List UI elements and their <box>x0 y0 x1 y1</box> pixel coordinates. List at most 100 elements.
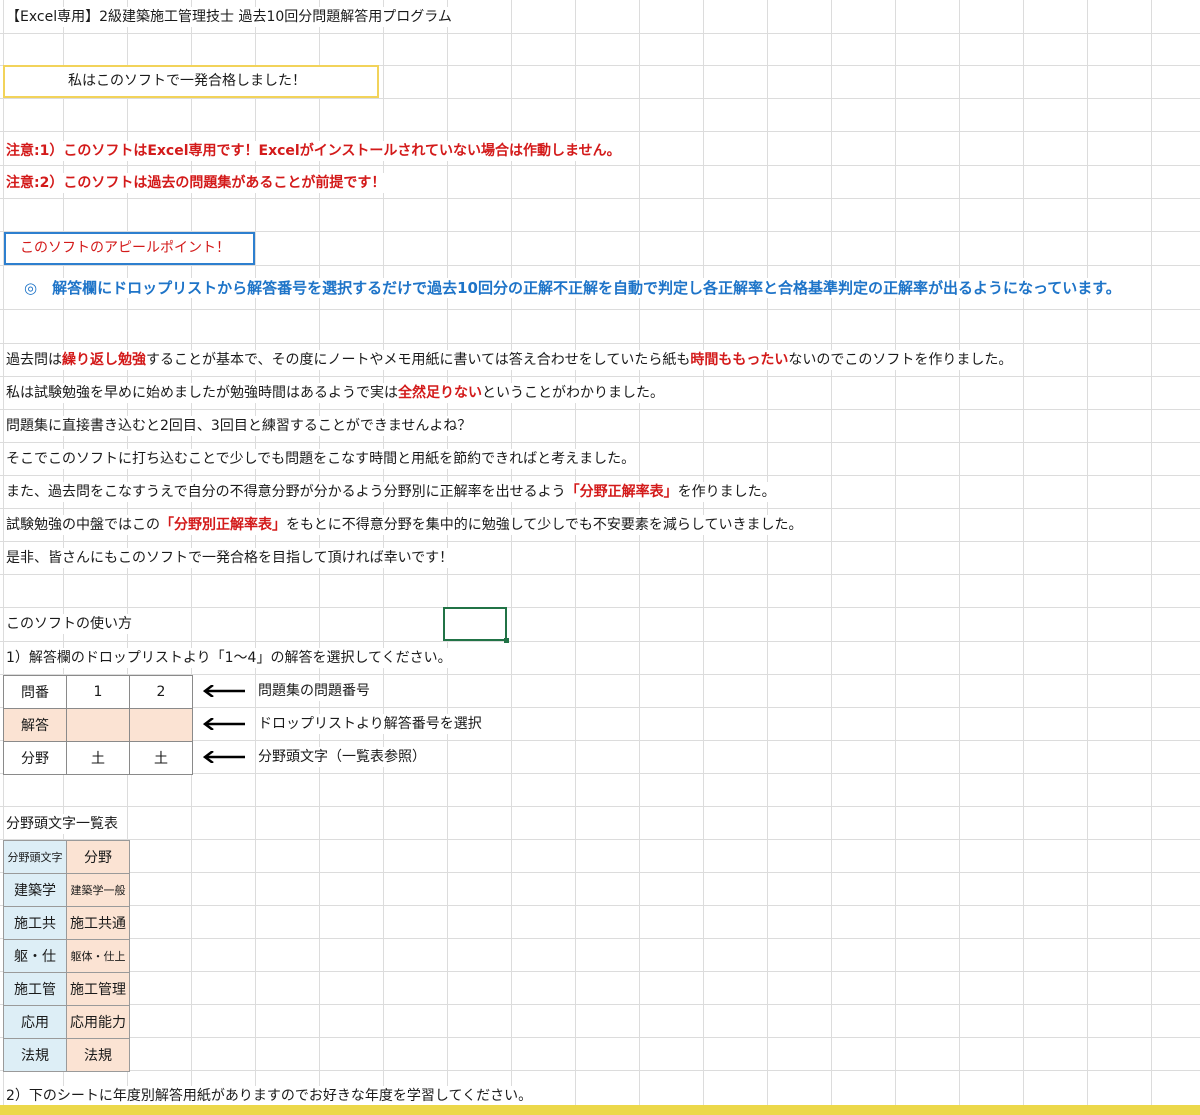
text-run: をもとに不得意分野を集中的に勉強して少しでも不安要素を減らしていきました。 <box>286 517 803 533</box>
table-cell: 建築学 <box>3 873 67 907</box>
row-line <box>0 33 1200 34</box>
note-2: 注意:2）このソフトは過去の問題集があることが前提です！ <box>6 173 390 193</box>
text-run: を作りました。 <box>677 484 776 500</box>
table-header: 分野頭文字 <box>3 840 67 874</box>
table-cell: 土 <box>129 741 193 775</box>
appeal-text: ◎ 解答欄にドロップリストから解答番号を選択するだけで過去10回分の正解不正解を… <box>24 278 1125 298</box>
row-line <box>0 309 1200 310</box>
text-run: ないのでこのソフトを作りました。 <box>788 352 1013 368</box>
banner-box: 私はこのソフトで一発合格しました！ <box>3 65 379 98</box>
row-line <box>0 442 1200 443</box>
table-header: 分野 <box>66 840 130 874</box>
answer-dropdown-cell[interactable] <box>66 708 130 742</box>
note-1: 注意:1）このソフトはExcel専用です！Excelがインストールされていない場… <box>6 141 625 161</box>
row-line <box>0 607 1200 608</box>
row-line <box>0 376 1200 377</box>
row-line <box>0 1004 1200 1005</box>
table-row: 問番 1 2 <box>3 675 193 709</box>
row-line <box>0 1070 1200 1071</box>
row-line <box>0 839 1200 840</box>
highlight-run: 全然足りない <box>398 385 482 401</box>
table-row: 施工共 施工共通 <box>3 906 130 940</box>
text-run: ということがわかりました。 <box>482 385 664 401</box>
table-row: 建築学 建築学一般 <box>3 873 130 907</box>
sheet-title: 【Excel専用】2級建築施工管理技士 過去10回分問題解答用プログラム <box>6 7 456 27</box>
annotation-2: ドロップリストより解答番号を選択 <box>258 714 486 734</box>
sheet-tab-bar[interactable] <box>0 1105 1200 1115</box>
table-cell: 応用 <box>3 1005 67 1039</box>
row-line <box>0 265 1200 266</box>
annotation-3: 分野頭文字（一覧表参照） <box>258 747 430 767</box>
table-cell: 法規 <box>3 1038 67 1072</box>
text-run: することが基本で、その度にノートやメモ用紙に書いては答え合わせをしていたら紙も <box>146 352 691 368</box>
usage-heading: このソフトの使い方 <box>6 614 136 634</box>
row-line <box>0 806 1200 807</box>
table-cell: 応用能力 <box>66 1005 130 1039</box>
row-line <box>0 1037 1200 1038</box>
text-run: 私は試験勉強を早めに始めましたが勉強時間はあるようで実は <box>6 385 398 401</box>
body-line-2: 私は試験勉強を早めに始めましたが勉強時間はあるようで実は全然足りないということが… <box>6 383 668 403</box>
table-cell: 法規 <box>66 1038 130 1072</box>
highlight-run: 繰り返し勉強 <box>62 352 146 368</box>
row-line <box>0 872 1200 873</box>
answer-dropdown-cell[interactable] <box>129 708 193 742</box>
left-arrow-icon <box>203 718 245 730</box>
table-row: 躯・仕 躯体・仕上 <box>3 939 130 973</box>
body-line-7: 是非、皆さんにもこのソフトで一発合格を目指して頂ければ幸いです！ <box>6 548 458 568</box>
highlight-run: 「分野正解率表」 <box>565 484 678 500</box>
usage-step-2: 2）下のシートに年度別解答用紙がありますのでお好きな年度を学習してください。 <box>6 1086 537 1106</box>
row-line <box>0 971 1200 972</box>
table-cell: 施工管理 <box>66 972 130 1006</box>
body-line-3: 問題集に直接書き込むと2回目、3回目と練習することができませんよね？ <box>6 416 476 436</box>
row-line <box>0 541 1200 542</box>
table-cell: 建築学一般 <box>66 873 130 907</box>
text-run: また、過去問をこなすうえで自分の不得意分野が分かるよう分野別に正解率を出せるよう <box>6 484 566 500</box>
left-arrow-icon <box>203 751 245 763</box>
row-line <box>0 343 1200 344</box>
fill-handle[interactable] <box>504 638 509 643</box>
table-cell: 土 <box>66 741 130 775</box>
table-cell: 1 <box>66 675 130 709</box>
row-line <box>0 131 1200 132</box>
text-run: 過去問は <box>6 352 62 368</box>
row-line <box>0 905 1200 906</box>
row-line <box>0 938 1200 939</box>
row-line <box>0 641 1200 642</box>
row-line <box>0 165 1200 166</box>
table-row: 施工管 施工管理 <box>3 972 130 1006</box>
table-row: 解答 <box>3 708 193 742</box>
row-line <box>0 574 1200 575</box>
table-row: 法規 法規 <box>3 1038 130 1072</box>
text-run: 試験勉強の中盤ではこの <box>6 517 160 533</box>
table-cell: 施工管 <box>3 972 67 1006</box>
table-cell: 躯・仕 <box>3 939 67 973</box>
annotation-1: 問題集の問題番号 <box>258 681 374 701</box>
row-line <box>0 409 1200 410</box>
row-line <box>0 198 1200 199</box>
body-line-5: また、過去問をこなすうえで自分の不得意分野が分かるよう分野別に正解率を出せるよう… <box>6 482 780 502</box>
sample-answer-table: 問番 1 2 解答 分野 土 土 <box>3 675 193 775</box>
row-line <box>0 508 1200 509</box>
selected-cell[interactable] <box>443 607 507 641</box>
table-row: 応用 応用能力 <box>3 1005 130 1039</box>
row-line <box>0 475 1200 476</box>
legend-table: 分野頭文字 分野 建築学 建築学一般 施工共 施工共通 躯・仕 躯体・仕上 施工… <box>3 840 130 1072</box>
table-cell: 分野 <box>3 741 67 775</box>
left-arrow-icon <box>203 685 245 697</box>
body-line-6: 試験勉強の中盤ではこの「分野別正解率表」をもとに不得意分野を集中的に勉強して少し… <box>6 515 807 535</box>
table-cell: 2 <box>129 675 193 709</box>
usage-step-1: 1）解答欄のドロップリストより「1～4」の解答を選択してください。 <box>6 648 456 668</box>
table-cell: 施工共 <box>3 906 67 940</box>
table-cell: 躯体・仕上 <box>66 939 130 973</box>
legend-heading: 分野頭文字一覧表 <box>6 814 122 834</box>
row-line <box>0 98 1200 99</box>
body-line-4: そこでこのソフトに打ち込むことで少しでも問題をこなす時間と用紙を節約できればと考… <box>6 449 640 469</box>
body-line-1: 過去問は繰り返し勉強することが基本で、その度にノートやメモ用紙に書いては答え合わ… <box>6 350 1017 370</box>
table-row: 分野頭文字 分野 <box>3 840 130 874</box>
table-cell: 解答 <box>3 708 67 742</box>
highlight-run: 「分野別正解率表」 <box>160 517 286 533</box>
table-cell: 施工共通 <box>66 906 130 940</box>
table-cell: 問番 <box>3 675 67 709</box>
appeal-box: このソフトのアピールポイント！ <box>4 232 255 265</box>
highlight-run: 時間ももったい <box>690 352 789 368</box>
